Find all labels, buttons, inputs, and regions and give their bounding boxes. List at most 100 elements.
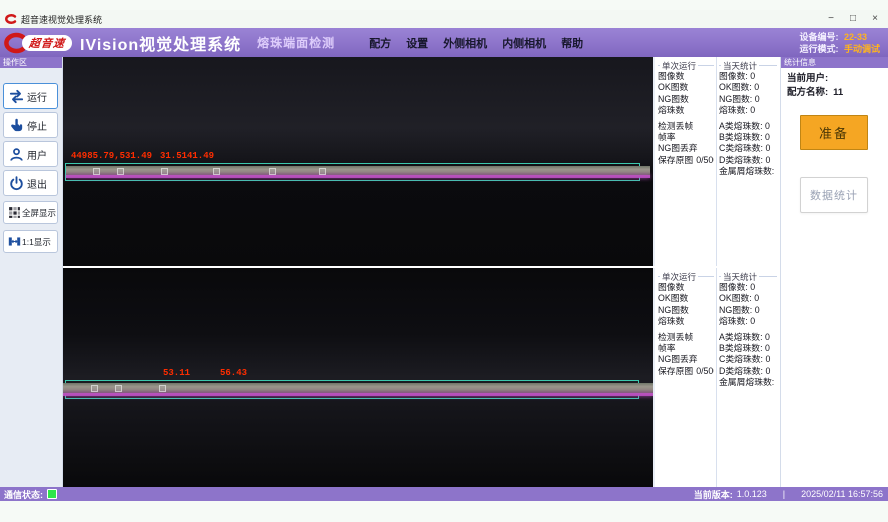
data-stats-button[interactable]: 数据统计 — [800, 177, 868, 213]
loop-arrows-icon — [8, 88, 25, 105]
stat-row: 检测丢帧 — [658, 332, 714, 343]
save-count: 0/500 — [696, 366, 714, 376]
stat-row: 检测丢帧 — [658, 121, 714, 132]
workspace: 操作区 运行 停止 — [0, 57, 888, 487]
brand-text: 超音速 — [28, 35, 66, 51]
measurement-annotation: 44985.79,531.49 — [71, 151, 152, 161]
os-titlebar: 超音速视觉处理系统 − □ × — [0, 10, 888, 29]
run-label: 运行 — [27, 89, 47, 104]
defect-marker — [159, 385, 166, 392]
user-label: 用户 — [27, 147, 47, 162]
stat-row: C类熔珠数0 — [719, 354, 777, 365]
defect-marker — [93, 168, 100, 175]
stat-row: 熔珠数0 — [719, 105, 777, 116]
version-label: 当前版本: — [694, 488, 733, 501]
laser-line — [66, 175, 650, 178]
stat-row: NG图数0 — [719, 305, 777, 316]
stat-row: NG图丢弃 — [658, 143, 714, 154]
one-to-one-label: 1:1显示 — [22, 236, 51, 248]
stat-row: 图像数0 — [719, 71, 777, 82]
stats-panel-outer: 单次运行 图像数 OK图数 NG图数 熔珠数 检测丢帧 帧率 NG图丢弃 保存原… — [655, 57, 779, 266]
run-mode-value: 手动调试 — [844, 44, 880, 54]
stop-button[interactable]: 停止 — [3, 112, 58, 138]
comm-status-label: 通信状态: — [4, 488, 43, 501]
column-divider — [716, 57, 717, 266]
today-groupbox: 当天统计 图像数0 OK图数0 NG图数0 熔珠数0 A类熔珠数0 B类熔珠数0… — [719, 60, 777, 264]
menu-item-help[interactable]: 帮助 — [561, 35, 583, 51]
column-divider — [716, 268, 717, 487]
current-user-label: 当前用户: — [787, 70, 828, 84]
single-run-title: 单次运行 — [658, 60, 714, 71]
device-number-label: 设备编号: — [799, 32, 838, 42]
stat-row-save: 保存原图0/500 — [658, 366, 714, 377]
run-mode-label: 运行模式: — [799, 44, 838, 54]
single-run-groupbox: 单次运行 图像数 OK图数 NG图数 熔珠数 检测丢帧 帧率 NG图丢弃 保存原… — [658, 271, 714, 485]
recipe-label: 配方名称: — [787, 87, 828, 98]
camera-view-inner: 53.11 56.43 — [63, 268, 653, 487]
stat-row: D类熔珠数0 — [719, 366, 777, 377]
stat-row: 金属屑熔珠数0 — [719, 166, 777, 177]
stat-row: B类熔珠数0 — [719, 132, 777, 143]
metal-strip-image — [65, 161, 651, 181]
stat-row: NG图数 — [658, 305, 714, 316]
prepare-button[interactable]: 准备 — [800, 115, 868, 150]
user-button[interactable]: 用户 — [3, 141, 58, 167]
stat-row: 帧率 — [658, 343, 714, 354]
stat-row: A类熔珠数0 — [719, 332, 777, 343]
fullscreen-label: 全屏显示 — [22, 207, 56, 219]
minimize-button[interactable]: − — [820, 10, 842, 28]
stat-row: NG图丢弃 — [658, 354, 714, 365]
strip-surface — [66, 166, 650, 177]
app-logo-icon — [5, 13, 17, 25]
app-subtitle: 熔珠端面检测 — [257, 34, 335, 51]
stat-row: 图像数0 — [719, 282, 777, 293]
maximize-button[interactable]: □ — [842, 10, 864, 28]
user-icon — [8, 146, 25, 163]
menu-item-recipe[interactable]: 配方 — [369, 35, 391, 51]
recipe-row: 配方名称: 11 — [787, 84, 843, 98]
menu-item-settings[interactable]: 设置 — [406, 35, 428, 51]
main-menu: 配方 设置 外侧相机 内侧相机 帮助 — [369, 35, 583, 51]
status-bar-right: 当前版本: 1.0.123 | 2025/02/11 16:57:56 — [690, 488, 883, 501]
stat-row: D类熔珠数0 — [719, 155, 777, 166]
sidebar-title: 操作区 — [0, 57, 62, 68]
exit-button[interactable]: 退出 — [3, 170, 58, 196]
stat-row: 熔珠数 — [658, 105, 714, 116]
stats-panel-inner: 单次运行 图像数 OK图数 NG图数 熔珠数 检测丢帧 帧率 NG图丢弃 保存原… — [655, 268, 779, 487]
stat-row: A类熔珠数0 — [719, 121, 777, 132]
defect-marker — [213, 168, 220, 175]
stop-label: 停止 — [27, 118, 47, 133]
stat-row: NG图数 — [658, 94, 714, 105]
stat-row-save: 保存原图0/500 — [658, 155, 714, 166]
info-panel-title: 统计信息 — [781, 57, 888, 68]
defect-marker — [161, 168, 168, 175]
ratio-icon — [8, 235, 21, 248]
stat-row: 图像数 — [658, 282, 714, 293]
run-button[interactable]: 运行 — [3, 83, 58, 109]
app-title: IVision视觉处理系统 — [80, 31, 241, 55]
fullscreen-button[interactable]: 全屏显示 — [3, 201, 58, 224]
recipe-value: 11 — [833, 87, 843, 98]
stat-row: OK图数0 — [719, 82, 777, 93]
stat-row: 帧率 — [658, 132, 714, 143]
device-number-value: 22-33 — [844, 32, 867, 42]
status-bar: 通信状态: 当前版本: 1.0.123 | 2025/02/11 16:57:5… — [0, 487, 888, 501]
window-title: 超音速视觉处理系统 — [21, 13, 102, 26]
menu-item-outer-camera[interactable]: 外侧相机 — [443, 35, 487, 51]
statistics-info-panel: 统计信息 当前用户: 配方名称: 11 准备 数据统计 — [780, 57, 888, 487]
device-info: 设备编号: 22-33 运行模式: 手动调试 — [799, 31, 880, 55]
stat-row: 熔珠数0 — [719, 316, 777, 327]
defect-marker — [117, 168, 124, 175]
menu-item-inner-camera[interactable]: 内侧相机 — [502, 35, 546, 51]
operation-sidebar: 操作区 运行 停止 — [0, 57, 63, 487]
defect-marker — [319, 168, 326, 175]
grid-icon — [8, 206, 21, 219]
stat-row: OK图数 — [658, 82, 714, 93]
close-button[interactable]: × — [864, 10, 886, 28]
stat-row: 图像数 — [658, 71, 714, 82]
one-to-one-button[interactable]: 1:1显示 — [3, 230, 58, 253]
app-header: 超音速 IVision视觉处理系统 熔珠端面检测 配方 设置 外侧相机 内侧相机… — [0, 28, 888, 57]
today-groupbox: 当天统计 图像数0 OK图数0 NG图数0 熔珠数0 A类熔珠数0 B类熔珠数0… — [719, 271, 777, 485]
datetime: 2025/02/11 16:57:56 — [801, 489, 883, 499]
version-value: 1.0.123 — [737, 489, 767, 499]
